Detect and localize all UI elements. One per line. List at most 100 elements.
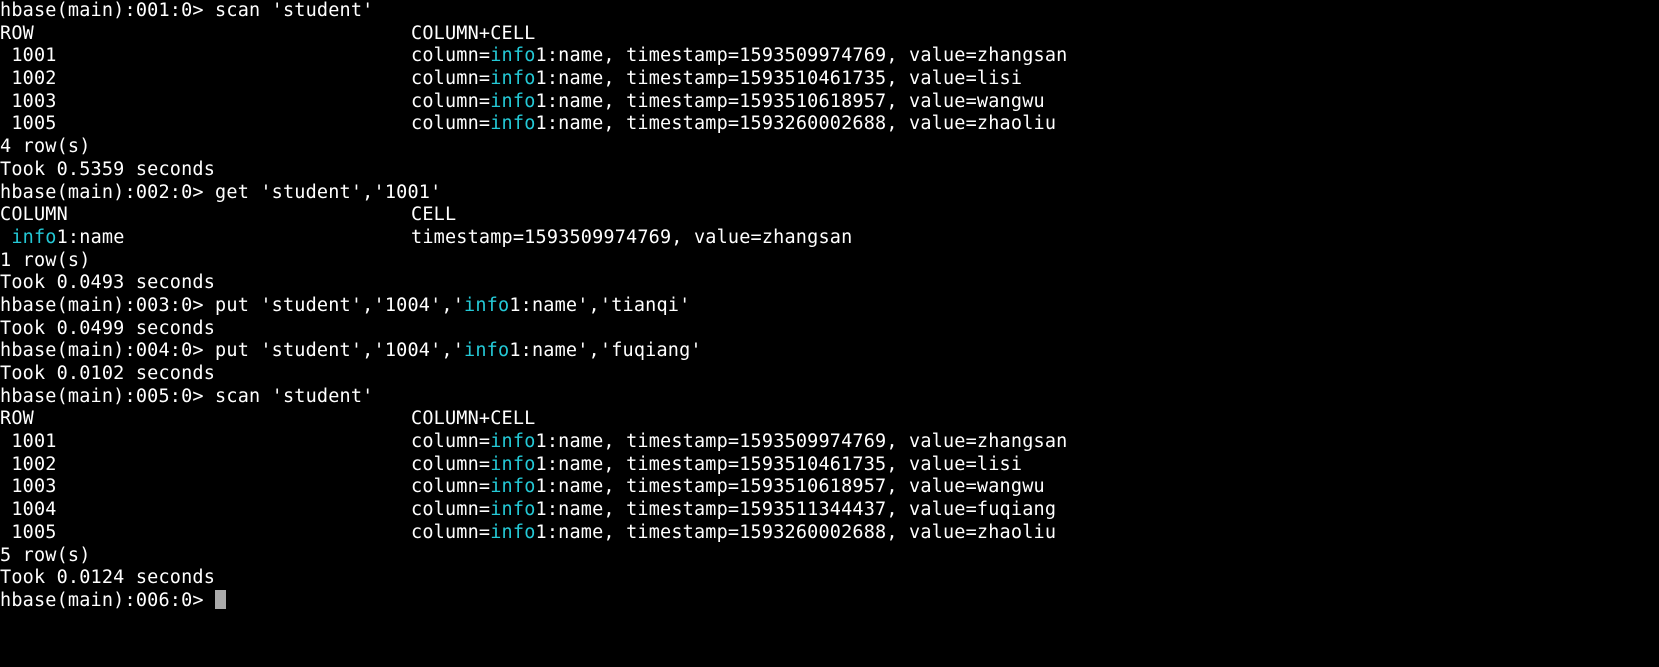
text-cursor[interactable] [215,589,227,609]
row-key: 1005 [0,113,57,135]
cell-column-label: column= [411,68,491,90]
output-text: 1 row(s) [0,249,91,271]
shell-command: put 'student','1004',' [203,340,465,362]
column-family: info [490,453,536,475]
shell-prompt: hbase(main):003:0> [0,294,204,316]
column-qualifier: 1:name, [535,431,627,453]
cell-column-label: column= [411,90,491,112]
shell-command-tail: 1:name','fuqiang' [509,340,702,362]
column-qualifier: 1:name, [535,499,627,521]
cell-detail: column=info1:name, timestamp=15935113444… [411,499,1056,522]
cell-timestamp-value: timestamp=1593510461735, value=lisi [626,68,1023,90]
output-text: Took 0.0493 seconds [0,272,216,294]
row-key: 1003 [0,90,57,112]
result-header-left: COLUMN [0,204,68,226]
row-key: 1003 [0,476,57,498]
cell-timestamp-value: timestamp=1593510618957, value=wangwu [626,90,1045,112]
scan-result-row: 1005 column=info1:name, timestamp=1593260… [0,522,1659,545]
scan-result-row: 1003 column=info1:name, timestamp=1593510… [0,91,1659,114]
result-header-row: COLUMN CELL [0,204,1659,227]
cell-column-label: column= [411,476,491,498]
terminal-window[interactable]: hbase(main):001:0> scan 'student' ROW COLU… [0,0,1659,667]
column-family: info [490,431,536,453]
shell-command: scan 'student' [203,0,374,21]
cell-column-label: column= [411,499,491,521]
cell-detail: column=info1:name, timestamp=15935104617… [411,68,1022,91]
terminal-output-line: Took 0.0102 seconds [0,363,1659,386]
cell-detail: column=info1:name, timestamp=15935106189… [411,91,1045,114]
output-text: 5 row(s) [0,544,91,566]
terminal-prompt-line: hbase(main):005:0> scan 'student' [0,386,1659,409]
shell-prompt: hbase(main):006:0> [0,589,216,611]
output-text: 4 row(s) [0,136,91,158]
column-family: info [464,294,510,316]
column-family: info [490,45,536,67]
row-key: 1004 [0,499,57,521]
row-key: 1001 [0,431,57,453]
shell-command-tail: 1:name','tianqi' [509,294,691,316]
cell-column-label: column= [411,521,491,543]
terminal-prompt-line: hbase(main):003:0> put 'student','1004',… [0,295,1659,318]
terminal-output-line: 5 row(s) [0,545,1659,568]
result-header-row: ROW COLUMN+CELL [0,408,1659,431]
row-key: 1001 [0,45,57,67]
shell-prompt: hbase(main):004:0> [0,340,204,362]
column-family: info [490,68,536,90]
terminal-output-line: Took 0.0124 seconds [0,567,1659,590]
column-qualifier: 1:name, [535,521,627,543]
result-header-right: COLUMN+CELL [411,22,536,44]
cell-timestamp-value: timestamp=1593509974769, value=zhangsan [626,431,1068,453]
cell-timestamp-value: timestamp=1593260002688, value=zhaoliu [626,113,1057,135]
result-header-row: ROW COLUMN+CELL [0,23,1659,46]
shell-prompt: hbase(main):002:0> [0,181,204,203]
scan-result-row: 1005 column=info1:name, timestamp=1593260… [0,113,1659,136]
scan-result-row: 1001 column=info1:name, timestamp=1593509… [0,431,1659,454]
column-family: info [11,226,57,248]
cell-column-label: column= [411,113,491,135]
terminal-prompt-line: hbase(main):001:0> scan 'student' [0,0,1659,23]
column-qualifier: 1:name, [535,453,627,475]
scan-result-row: 1003 column=info1:name, timestamp=1593510… [0,476,1659,499]
terminal-output-line: Took 0.0493 seconds [0,272,1659,295]
column-qualifier: 1:name, [535,68,627,90]
column-qualifier: 1:name [56,226,125,248]
cell-column-label: column= [411,431,491,453]
cell-detail: column=info1:name, timestamp=15935106189… [411,476,1045,499]
column-family: info [490,90,536,112]
column-qualifier: 1:name, [535,45,627,67]
get-result-row: info1:name timestamp=1593509974769, value… [0,227,1659,250]
cell-timestamp-value: timestamp=1593511344437, value=fuqiang [626,499,1057,521]
result-header-right: COLUMN+CELL [411,408,536,430]
output-text: Took 0.5359 seconds [0,158,216,180]
row-key: 1005 [0,521,57,543]
terminal-prompt-line: hbase(main):004:0> put 'student','1004',… [0,340,1659,363]
output-text: Took 0.0102 seconds [0,363,216,384]
output-text: Took 0.0124 seconds [0,567,216,589]
cell-timestamp-value: timestamp=1593510461735, value=lisi [626,453,1023,475]
output-text: Took 0.0499 seconds [0,317,216,339]
cell-timestamp-value: timestamp=1593510618957, value=wangwu [626,476,1045,498]
cell-detail: column=info1:name, timestamp=15935099747… [411,431,1067,454]
cell-column-label: column= [411,45,491,67]
terminal-prompt-line: hbase(main):002:0> get 'student','1001' [0,182,1659,205]
cell-detail: column=info1:name, timestamp=15932600026… [411,113,1056,136]
result-header-right: CELL [411,204,457,226]
scan-result-row: 1004 column=info1:name, timestamp=1593511… [0,499,1659,522]
column-family: info [464,340,510,362]
result-header-left: ROW [0,408,34,430]
cell-timestamp-value: timestamp=1593509974769, value=zhangsan [411,226,853,248]
row-key: 1002 [0,68,57,90]
terminal-output-line: Took 0.5359 seconds [0,159,1659,182]
column-family: info [490,113,536,135]
column-family: info [490,521,536,543]
scan-result-row: 1001 column=info1:name, timestamp=1593509… [0,45,1659,68]
column-qualifier: 1:name, [535,90,627,112]
cell-detail: column=info1:name, timestamp=15932600026… [411,522,1056,545]
row-key: 1002 [0,453,57,475]
terminal-prompt-line-active: hbase(main):006:0> [0,589,1659,613]
shell-command: put 'student','1004',' [203,294,465,316]
cell-timestamp-value: timestamp=1593509974769, value=zhangsan [626,45,1068,67]
terminal-output-line: 4 row(s) [0,136,1659,159]
shell-prompt: hbase(main):001:0> [0,0,204,21]
